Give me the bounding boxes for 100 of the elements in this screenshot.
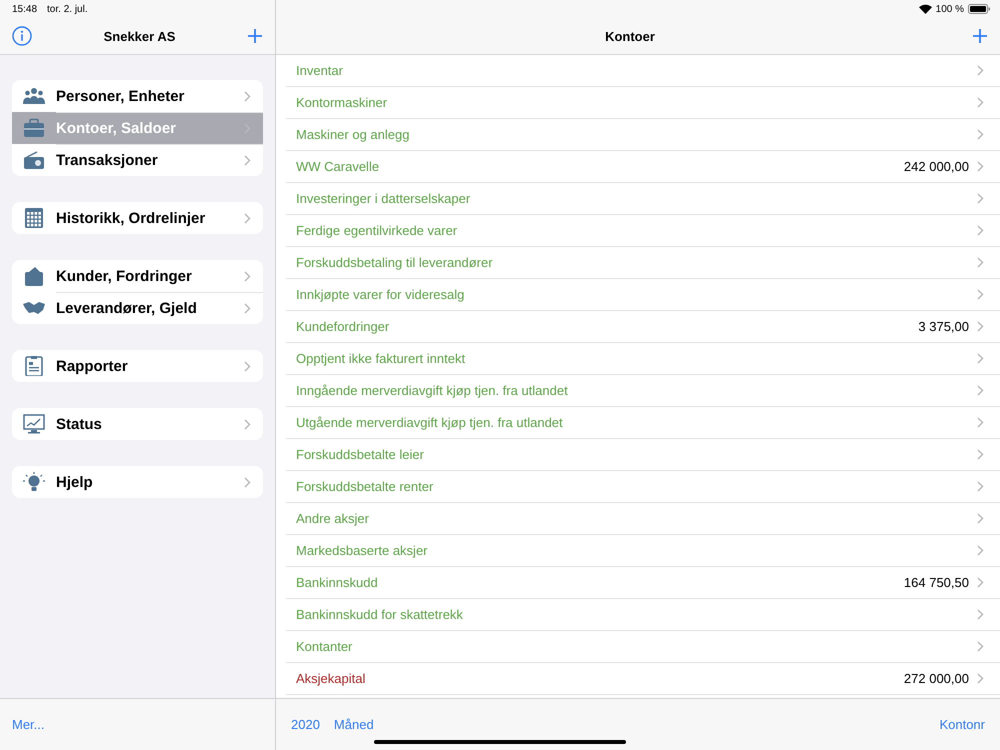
account-name: Kontormaskiner: [296, 95, 388, 110]
chevron-icon: [977, 193, 984, 204]
sidebar-title: Snekker AS: [104, 28, 176, 44]
chevron-icon: [977, 513, 984, 524]
chevron-icon: [244, 360, 251, 372]
account-row[interactable]: Inventar: [286, 55, 1000, 87]
chevron-icon: [977, 641, 984, 652]
account-row[interactable]: Maskiner og anlegg: [286, 119, 1000, 151]
chevron-icon: [244, 154, 251, 166]
chevron-icon: [244, 212, 251, 224]
account-row[interactable]: Kontanter: [286, 631, 1000, 663]
chevron-icon: [977, 225, 984, 236]
account-row[interactable]: Andre aksjer: [286, 503, 1000, 535]
year-button[interactable]: 2020: [291, 717, 320, 732]
account-name: Forskuddsbetaling til leverandører: [296, 255, 494, 270]
chevron-icon: [977, 289, 984, 300]
account-row[interactable]: Forskuddsbetalte leier: [286, 439, 1000, 471]
account-balance: 3 375,00: [918, 319, 969, 334]
account-row[interactable]: Bankinnskudd 164 750,50: [286, 567, 1000, 599]
account-name: Maskiner og anlegg: [296, 127, 410, 142]
account-name: Kundefordringer: [296, 319, 390, 334]
clipboard-icon: [23, 356, 45, 376]
account-balance: 164 750,50: [904, 575, 969, 590]
period-button[interactable]: Måned: [334, 717, 374, 732]
chevron-icon: [977, 321, 984, 332]
account-name: Andre aksjer: [296, 511, 370, 526]
menu-item[interactable]: Historikk, Ordrelinjer: [12, 202, 263, 234]
account-name: WW Caravelle: [296, 159, 380, 174]
add-icon[interactable]: [972, 28, 988, 44]
more-link[interactable]: Mer...: [12, 717, 45, 732]
account-name: Forskuddsbetalte renter: [296, 479, 434, 494]
radio-icon: [23, 150, 45, 170]
status-time: 15:48: [12, 4, 38, 14]
account-name: Investeringer i datterselskaper: [296, 191, 472, 206]
account-row[interactable]: Opptjent ikke fakturert inntekt: [286, 343, 1000, 375]
account-name: Utgående merverdiavgift kjøp tjen. fra utlandet: [296, 415, 564, 430]
menu-item[interactable]: Status: [12, 408, 263, 440]
account-name: Bankinnskudd: [296, 575, 379, 590]
menu-item[interactable]: Rapporter: [12, 350, 263, 382]
chevron-icon: [244, 270, 251, 282]
account-row[interactable]: Forskuddsbetaling til leverandører: [286, 247, 1000, 279]
account-balance: 272 000,00: [904, 671, 969, 686]
chevron-icon: [977, 417, 984, 428]
chevron-icon: [977, 161, 984, 172]
account-row[interactable]: WW Caravelle 242 000,00: [286, 151, 1000, 183]
briefcase-icon: [23, 118, 45, 138]
sort-button[interactable]: Kontonr: [939, 717, 985, 732]
account-row[interactable]: Inngående merverdiavgift kjøp tjen. fra utlandet: [286, 375, 1000, 407]
chevron-icon: [977, 545, 984, 556]
account-row[interactable]: Utgående merverdiavgift kjøp tjen. fra utlandet: [286, 407, 1000, 439]
menu-item[interactable]: Hjelp: [12, 466, 263, 498]
chevron-icon: [977, 353, 984, 364]
chevron-icon: [977, 385, 984, 396]
info-icon[interactable]: [12, 26, 32, 46]
menu-item[interactable]: Transaksjoner: [12, 144, 263, 176]
chevron-icon: [244, 90, 251, 102]
chevron-icon: [244, 476, 251, 488]
account-balance: 242 000,00: [904, 159, 969, 174]
chevron-icon: [977, 673, 984, 684]
chevron-icon: [977, 609, 984, 620]
account-row[interactable]: Aksjekapital 272 000,00: [286, 663, 1000, 695]
account-row[interactable]: Bankinnskudd for skattetrekk: [286, 599, 1000, 631]
account-row[interactable]: Kundefordringer 3 375,00: [286, 311, 1000, 343]
add-icon[interactable]: [247, 28, 263, 44]
account-name: Kontanter: [296, 639, 354, 654]
battery-icon: [968, 4, 990, 14]
people-icon: [23, 86, 45, 106]
chevron-icon: [977, 65, 984, 76]
menu-item[interactable]: Personer, Enheter: [12, 80, 263, 112]
chevron-icon: [244, 302, 251, 314]
monitor-icon: [23, 414, 45, 434]
chevron-icon: [977, 257, 984, 268]
account-row[interactable]: Kontormaskiner: [286, 87, 1000, 119]
menu-item[interactable]: Kunder, Fordringer: [12, 260, 263, 292]
bulb-icon: [23, 472, 45, 492]
account-name: Inngående merverdiavgift kjøp tjen. fra utlandet: [296, 383, 569, 398]
account-row[interactable]: Investeringer i datterselskaper: [286, 183, 1000, 215]
account-name: Opptjent ikke fakturert inntekt: [296, 351, 466, 366]
account-row[interactable]: Markedsbaserte aksjer: [286, 535, 1000, 567]
battery-percent: 100 %: [936, 4, 964, 14]
account-name: Forskuddsbetalte leier: [296, 447, 425, 462]
menu-item[interactable]: Leverandører, Gjeld: [12, 292, 263, 324]
chevron-icon: [977, 97, 984, 108]
account-name: Ferdige egentilvirkede varer: [296, 223, 458, 238]
page-title: Kontoer: [605, 28, 655, 44]
chevron-icon: [977, 449, 984, 460]
chevron-icon: [977, 481, 984, 492]
account-name: Inventar: [296, 63, 344, 78]
account-name: Bankinnskudd for skattetrekk: [296, 607, 464, 622]
account-name: Aksjekapital: [296, 671, 366, 686]
account-name: Markedsbaserte aksjer: [296, 543, 428, 558]
chevron-icon: [244, 418, 251, 430]
account-row[interactable]: Ferdige egentilvirkede varer: [286, 215, 1000, 247]
menu-item[interactable]: Kontoer, Saldoer: [12, 112, 263, 144]
account-row[interactable]: Forskuddsbetalte renter: [286, 471, 1000, 503]
chevron-icon: [977, 129, 984, 140]
wifi-icon: [918, 4, 932, 14]
account-row[interactable]: Innkjøpte varer for videresalg: [286, 279, 1000, 311]
calculator-icon: [23, 208, 45, 228]
account-name: Innkjøpte varer for videresalg: [296, 287, 466, 302]
